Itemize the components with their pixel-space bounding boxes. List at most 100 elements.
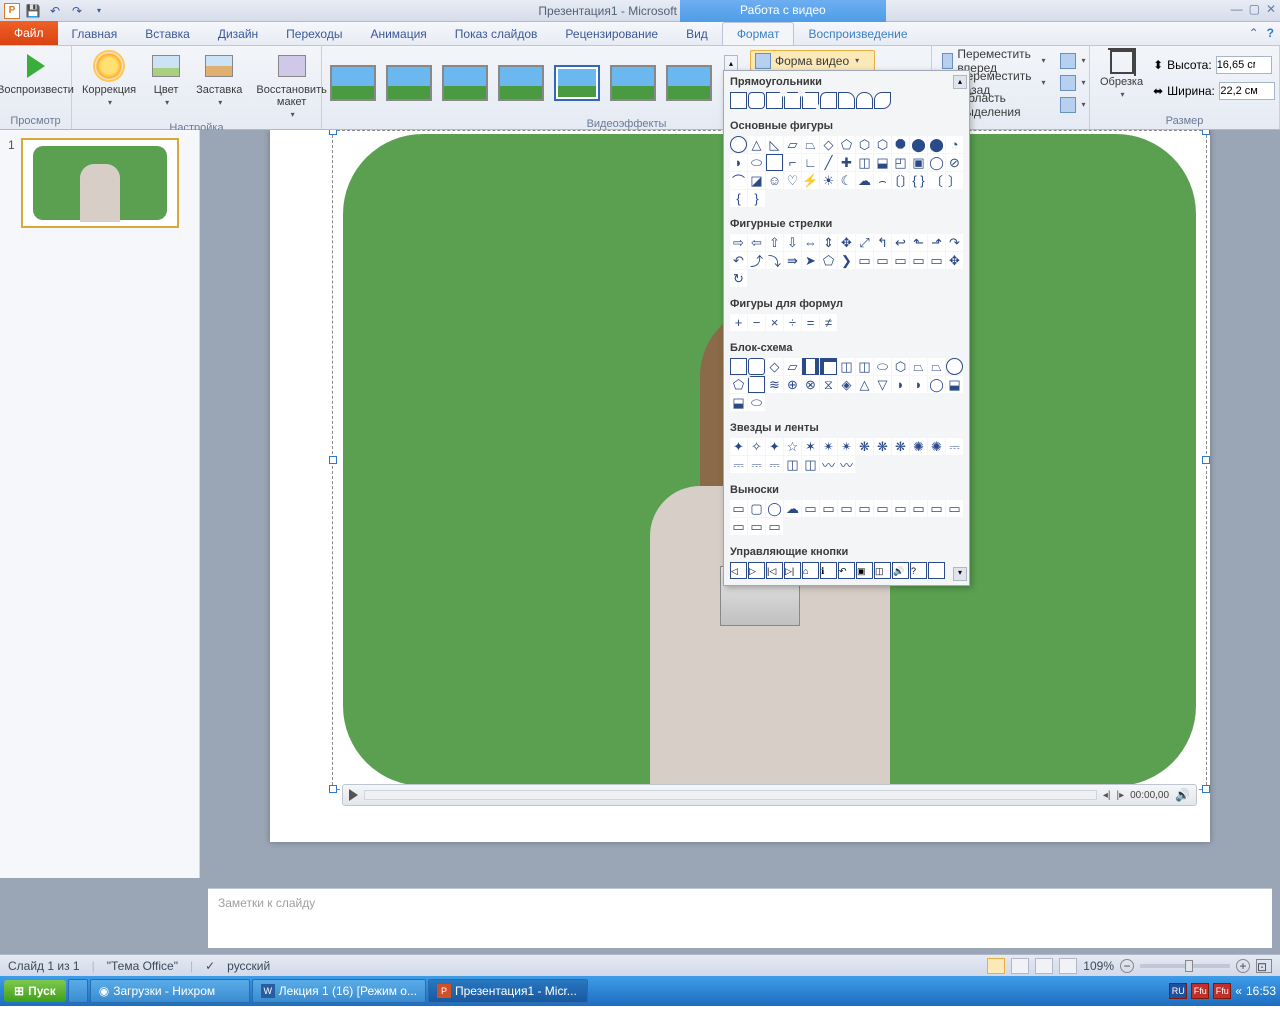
shape-oval[interactable]: [730, 136, 747, 153]
shape-arrow-callout-u[interactable]: ▭: [892, 252, 909, 269]
shape-action-back[interactable]: ◁: [730, 562, 747, 579]
shape-callout-border1[interactable]: ▭: [910, 500, 927, 517]
shape-arrow-lur[interactable]: ⤢: [856, 234, 873, 251]
tab-home[interactable]: Главная: [58, 23, 132, 45]
shape-ribbon-curved-up[interactable]: ⎓: [748, 456, 765, 473]
shape-fc-stored[interactable]: ◗: [892, 376, 909, 393]
shape-fc-extract[interactable]: △: [856, 376, 873, 393]
lang-indicator[interactable]: RU: [1169, 983, 1187, 999]
shape-arrow-bentup[interactable]: ⬏: [928, 234, 945, 251]
save-icon[interactable]: 💾: [24, 2, 42, 20]
help-icon[interactable]: ?: [1267, 26, 1274, 40]
shape-not-equal[interactable]: ≠: [820, 314, 837, 331]
shape-fc-delay[interactable]: ◗: [910, 376, 927, 393]
shape-action-info[interactable]: ℹ: [820, 562, 837, 579]
shape-callout-line1[interactable]: ▭: [802, 500, 819, 517]
zoom-percent[interactable]: 109%: [1083, 959, 1114, 973]
zoom-out-button[interactable]: −: [1120, 959, 1134, 973]
resize-handle[interactable]: [329, 785, 337, 793]
shape-heptagon[interactable]: ⬡: [874, 136, 891, 153]
shape-arrow-notched[interactable]: ➤: [802, 252, 819, 269]
shape-left-brace[interactable]: {: [730, 190, 747, 207]
shape-star32[interactable]: ✺: [928, 438, 945, 455]
shape-frame[interactable]: [766, 154, 783, 171]
shape-round2-diag[interactable]: [874, 92, 891, 109]
shape-explosion1[interactable]: ✦: [730, 438, 747, 455]
shape-callout-cloud[interactable]: ☁: [784, 500, 801, 517]
shape-fc-merge[interactable]: ▽: [874, 376, 891, 393]
shape-fc-sum[interactable]: ⊕: [784, 376, 801, 393]
shape-star8[interactable]: ✴: [838, 438, 855, 455]
resize-handle[interactable]: [1202, 456, 1210, 464]
playback-next-icon[interactable]: |▸: [1116, 790, 1124, 801]
group-button[interactable]: ▾: [1056, 72, 1090, 93]
shape-action-sound[interactable]: 🔊: [892, 562, 909, 579]
resize-handle[interactable]: [1202, 785, 1210, 793]
shape-fc-multidoc[interactable]: ◫: [856, 358, 873, 375]
shape-callout-border3[interactable]: ▭: [946, 500, 963, 517]
shape-octagon[interactable]: ⯃: [892, 136, 909, 153]
tab-design[interactable]: Дизайн: [204, 23, 272, 45]
close-icon[interactable]: ✕: [1266, 2, 1276, 16]
shape-arrow-ud[interactable]: ⇕: [820, 234, 837, 251]
shape-callout-accent1[interactable]: ▭: [856, 500, 873, 517]
shape-dodecagon[interactable]: ⬤: [928, 136, 945, 153]
shape-arrow-lr[interactable]: ⇔: [802, 234, 819, 251]
shape-action-begin[interactable]: |◁: [766, 562, 783, 579]
shape-left-bracket[interactable]: 〔: [928, 172, 945, 189]
undo-icon[interactable]: ↶: [46, 2, 64, 20]
shape-fc-display[interactable]: ⬭: [748, 394, 765, 411]
shape-rounded-rect[interactable]: [748, 92, 765, 109]
shape-action-end[interactable]: ▷|: [784, 562, 801, 579]
shape-round1[interactable]: [838, 92, 855, 109]
shape-fc-card[interactable]: [748, 376, 765, 393]
video-shape-button[interactable]: Форма видео ▾: [750, 50, 875, 71]
shape-plaque[interactable]: ◫: [856, 154, 873, 171]
shape-double-wave[interactable]: 〰: [838, 456, 855, 473]
shape-block-arc[interactable]: ⌒: [730, 172, 747, 189]
shape-decagon[interactable]: ⬤: [910, 136, 927, 153]
shape-arrow-curved-l[interactable]: ↶: [730, 252, 747, 269]
sorter-view-button[interactable]: [1011, 958, 1029, 974]
shape-star24[interactable]: ✺: [910, 438, 927, 455]
height-input[interactable]: [1216, 56, 1272, 74]
shape-arrow-lup[interactable]: ⬑: [910, 234, 927, 251]
shape-action-blank[interactable]: [928, 562, 945, 579]
shape-arrow-callout-lr[interactable]: ▭: [928, 252, 945, 269]
shape-arrow-chevron[interactable]: ❯: [838, 252, 855, 269]
shape-arrow-down[interactable]: ⇩: [784, 234, 801, 251]
shape-fc-direct[interactable]: ⬓: [730, 394, 747, 411]
shape-callout-accent2[interactable]: ▭: [874, 500, 891, 517]
shape-divide[interactable]: ÷: [784, 314, 801, 331]
slide-thumbnail[interactable]: [21, 138, 179, 228]
playback-track[interactable]: [364, 790, 1097, 800]
shape-callout-accent3[interactable]: ▭: [892, 500, 909, 517]
shape-heart[interactable]: ♡: [784, 172, 801, 189]
shape-fc-offpage[interactable]: ⬠: [730, 376, 747, 393]
shape-wave[interactable]: 〰: [820, 456, 837, 473]
shape-fc-terminator[interactable]: ⬭: [874, 358, 891, 375]
shape-star5[interactable]: ☆: [784, 438, 801, 455]
video-style-7[interactable]: [666, 65, 712, 101]
shape-arrow-uturn[interactable]: ↩: [892, 234, 909, 251]
shape-fc-sort[interactable]: ◈: [838, 376, 855, 393]
shape-arrow-circular[interactable]: ↻: [730, 270, 747, 287]
zoom-slider[interactable]: [1140, 964, 1230, 968]
tray-expand-icon[interactable]: «: [1235, 984, 1242, 998]
play-button[interactable]: Воспроизвести: [0, 48, 78, 98]
shape-multiply[interactable]: ×: [766, 314, 783, 331]
shape-callout-border2[interactable]: ▭: [928, 500, 945, 517]
fit-window-button[interactable]: ⊡: [1256, 959, 1272, 973]
shape-callout-line3[interactable]: ▭: [838, 500, 855, 517]
shape-arrow-quad[interactable]: ✥: [838, 234, 855, 251]
shape-scroll-h[interactable]: ◫: [802, 456, 819, 473]
shape-action-return[interactable]: ↶: [838, 562, 855, 579]
shape-arrow-bent[interactable]: ↰: [874, 234, 891, 251]
clock[interactable]: 16:53: [1246, 984, 1276, 998]
gallery-resize-grip[interactable]: ▾: [953, 567, 967, 581]
shape-snip-diag[interactable]: [802, 92, 819, 109]
slideshow-view-button[interactable]: [1059, 958, 1077, 974]
shape-arrow-left[interactable]: ⇦: [748, 234, 765, 251]
tab-playback[interactable]: Воспроизведение: [794, 23, 921, 45]
shape-action-help[interactable]: ?: [910, 562, 927, 579]
